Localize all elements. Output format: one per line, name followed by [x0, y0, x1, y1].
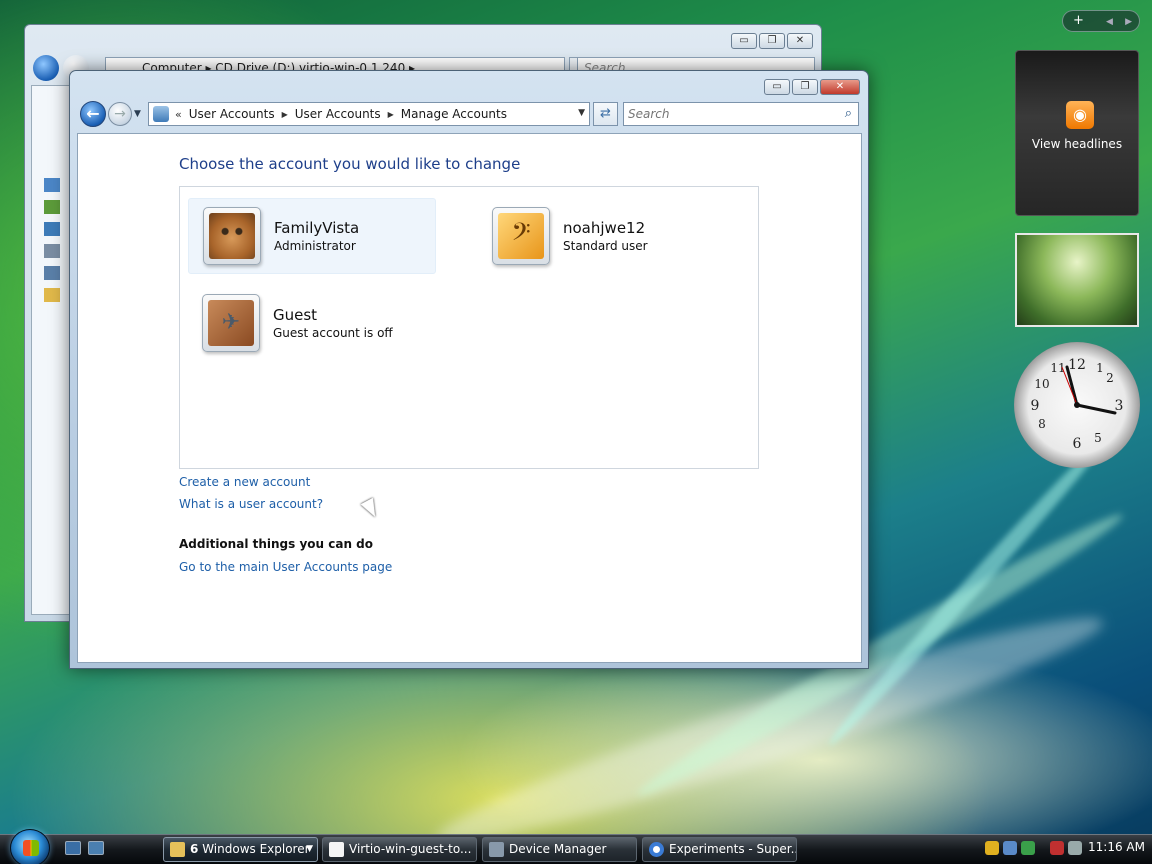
feed-headlines-gadget[interactable]: ◉ View headlines — [1015, 50, 1139, 216]
svg-text:6: 6 — [1073, 436, 1082, 452]
search-input[interactable] — [628, 103, 828, 125]
network-icon[interactable] — [1003, 841, 1017, 855]
taskbar-clock[interactable]: 11:16 AM — [1088, 840, 1145, 854]
svg-text:5: 5 — [1094, 431, 1102, 445]
svg-text:8: 8 — [1038, 417, 1046, 431]
chevron-left-icon[interactable]: ◀ — [1106, 17, 1113, 27]
breadcrumb-separator-icon[interactable]: ▶ — [282, 110, 288, 119]
refresh-icon[interactable]: ⇄ — [593, 102, 618, 126]
tray-app-icon[interactable] — [1021, 841, 1035, 855]
breadcrumb-item[interactable]: User Accounts — [295, 107, 381, 121]
taskbar-group-count: 6 — [190, 842, 199, 856]
address-bar[interactable]: « User Accounts ▶ User Accounts ▶ Manage… — [148, 102, 590, 126]
svg-text:11: 11 — [1050, 361, 1065, 375]
device-manager-icon — [489, 842, 504, 857]
account-list: FamilyVista Administrator 𝄢 noahjwe12 St… — [179, 186, 759, 469]
browser-icon — [649, 842, 664, 857]
public-folder-icon[interactable] — [44, 288, 60, 302]
account-picture-frame: ✈ — [202, 294, 260, 352]
security-shield-icon[interactable] — [985, 841, 999, 855]
chevron-right-icon[interactable]: ▶ — [1125, 17, 1132, 27]
slideshow-gadget[interactable] — [1015, 233, 1139, 327]
recent-pages-dropdown[interactable]: ▼ — [134, 109, 141, 119]
content-area: Choose the account you would like to cha… — [77, 133, 862, 663]
back-arrow-icon[interactable]: ← — [80, 101, 106, 127]
additional-tasks-heading: Additional things you can do — [179, 537, 374, 551]
account-tile-guest[interactable]: ✈ Guest Guest account is off — [188, 285, 436, 361]
switch-windows-icon[interactable] — [88, 841, 104, 855]
breadcrumb-item[interactable]: Manage Accounts — [401, 107, 507, 121]
account-picture-frame: 𝄢 — [492, 207, 550, 265]
create-account-link[interactable]: Create a new account — [179, 475, 310, 489]
suitcase-picture-icon: ✈ — [208, 300, 254, 346]
main-user-accounts-link[interactable]: Go to the main User Accounts page — [179, 560, 392, 574]
page-title: Choose the account you would like to cha… — [179, 155, 521, 173]
account-name: FamilyVista — [274, 219, 360, 237]
network-disconnected-icon[interactable] — [1050, 841, 1064, 855]
windows-logo-icon — [23, 840, 39, 856]
forward-arrow-icon[interactable]: → — [108, 102, 132, 126]
clock-gadget[interactable]: 12 2 3 5 6 8 9 10 11 1 — [1014, 342, 1140, 468]
taskbar-item-experiments[interactable]: Experiments - Super... — [642, 837, 797, 862]
documents-icon[interactable] — [44, 178, 60, 192]
account-tile-familyvista[interactable]: FamilyVista Administrator — [188, 198, 436, 274]
recent-icon[interactable] — [44, 244, 60, 258]
back-maximize-button[interactable]: ❐ — [759, 33, 785, 49]
cat-picture-icon — [209, 213, 255, 259]
start-button[interactable] — [10, 829, 50, 864]
svg-text:12: 12 — [1068, 357, 1086, 373]
minimize-button[interactable]: ▭ — [764, 79, 790, 95]
svg-text:9: 9 — [1031, 398, 1040, 414]
taskbar-item-label: Device Manager — [509, 842, 607, 856]
clock-face-icon: 12 2 3 5 6 8 9 10 11 1 — [1031, 357, 1124, 452]
back-minimize-button[interactable]: ▭ — [731, 33, 757, 49]
account-name: noahjwe12 — [563, 219, 646, 237]
taskbar-item-label: Experiments - Super... — [669, 842, 797, 856]
back-window-controls: ▭ ❐ ✕ — [731, 33, 813, 49]
svg-text:1: 1 — [1096, 361, 1104, 375]
view-headlines-label[interactable]: View headlines — [1016, 137, 1138, 151]
taskbar-item-device-manager[interactable]: Device Manager — [482, 837, 637, 862]
svg-text:10: 10 — [1034, 377, 1049, 391]
show-desktop-icon[interactable] — [65, 841, 81, 855]
music-clef-picture-icon: 𝄢 — [498, 213, 544, 259]
chevron-down-icon: ▼ — [306, 844, 313, 854]
account-type: Standard user — [563, 239, 648, 253]
volume-muted-icon[interactable] — [1068, 841, 1082, 855]
music-icon[interactable] — [44, 222, 60, 236]
add-gadget-button[interactable]: + — [1073, 13, 1084, 28]
account-tile-noahjwe12[interactable]: 𝄢 noahjwe12 Standard user — [478, 198, 726, 274]
overflow-chevron-icon[interactable]: « — [175, 108, 182, 121]
address-dropdown-icon[interactable]: ▼ — [578, 108, 585, 118]
back-window-back-icon[interactable] — [33, 55, 59, 81]
svg-text:3: 3 — [1115, 398, 1124, 414]
sidebar-controls[interactable]: + ◀ ▶ — [1062, 10, 1140, 32]
account-type: Guest account is off — [273, 326, 393, 340]
rss-icon: ◉ — [1066, 101, 1094, 129]
maximize-button[interactable]: ❐ — [792, 79, 818, 95]
svg-text:2: 2 — [1106, 371, 1114, 385]
what-is-account-link[interactable]: What is a user account? — [179, 497, 323, 511]
searches-icon[interactable] — [44, 266, 60, 280]
search-box: ⌕ — [623, 102, 859, 126]
window-controls: ▭ ❐ ✕ — [764, 79, 860, 95]
user-accounts-icon — [153, 106, 169, 122]
account-type: Administrator — [274, 239, 356, 253]
breadcrumb-item[interactable]: User Accounts — [189, 107, 275, 121]
close-button[interactable]: ✕ — [820, 79, 860, 95]
taskbar-item-windows-explorer[interactable]: 6 Windows Explorer ▼ — [163, 837, 318, 862]
breadcrumb-separator-icon[interactable]: ▶ — [388, 110, 394, 119]
document-icon — [329, 842, 344, 857]
account-name: Guest — [273, 306, 318, 324]
taskbar-item-label: Virtio-win-guest-to... — [349, 842, 472, 856]
taskbar-item-label: Windows Explorer — [202, 842, 310, 856]
taskbar-item-virtio-win[interactable]: Virtio-win-guest-to... — [322, 837, 477, 862]
manage-accounts-window[interactable]: ▭ ❐ ✕ ← → ▼ « User Accounts ▶ User Accou… — [69, 70, 869, 669]
pictures-icon[interactable] — [44, 200, 60, 214]
search-icon[interactable]: ⌕ — [845, 106, 852, 121]
back-close-button[interactable]: ✕ — [787, 33, 813, 49]
folder-icon — [170, 842, 185, 857]
account-picture-frame — [203, 207, 261, 265]
